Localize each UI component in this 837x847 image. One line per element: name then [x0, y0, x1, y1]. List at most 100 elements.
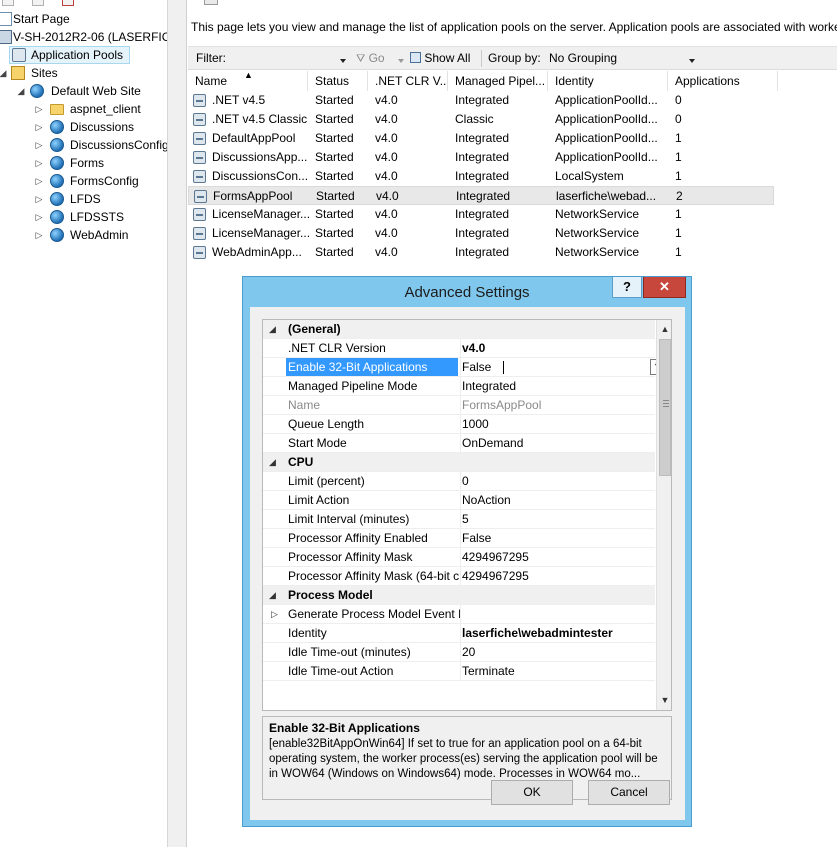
property-grid-scrollbar[interactable]: ▲ ▼	[656, 320, 671, 710]
toolbar-icon[interactable]	[2, 0, 14, 6]
help-button[interactable]: ?	[612, 277, 642, 298]
property-row[interactable]: .NET CLR Version v4.0	[263, 339, 655, 358]
property-row[interactable]: Limit (percent) 0	[263, 472, 655, 491]
column-header-status[interactable]: Status	[308, 71, 368, 91]
property-row[interactable]: Managed Pipeline Mode Integrated	[263, 377, 655, 396]
property-value[interactable]: 20	[462, 643, 655, 661]
table-cell: Started	[316, 189, 355, 203]
table-row[interactable]: FormsAppPool Started v4.0 Integrated laserfi…	[188, 186, 774, 205]
property-row[interactable]: Limit Interval (minutes) 5	[263, 510, 655, 529]
scroll-up-icon[interactable]: ▲	[658, 321, 671, 337]
column-header-applications[interactable]: Applications	[668, 71, 778, 91]
tree-item-discussionsconfig[interactable]: ▷ DiscussionsConfig	[0, 136, 167, 154]
filter-dropdown-icon[interactable]	[340, 53, 346, 67]
property-value[interactable]: OnDemand	[462, 434, 655, 452]
property-row[interactable]: Limit Action NoAction	[263, 491, 655, 510]
table-row[interactable]: WebAdminApp... Started v4.0 Integrated Netwo…	[188, 243, 774, 262]
property-row[interactable]: Identity laserfiche\webadmintester	[263, 624, 655, 643]
pane-splitter[interactable]	[168, 0, 187, 847]
cancel-button[interactable]: Cancel	[588, 780, 670, 805]
close-button[interactable]: ✕	[643, 277, 686, 298]
table-row[interactable]: LicenseManager... Started v4.0 Integrated Ne…	[188, 224, 774, 243]
tree-item-formsconfig[interactable]: ▷ FormsConfig	[0, 172, 166, 190]
expand-arrow-icon[interactable]: ▷	[34, 208, 44, 226]
table-row[interactable]: DiscussionsCon... Started v4.0 Integrated Lo…	[188, 167, 774, 186]
property-value[interactable]: 4294967295	[462, 548, 655, 566]
property-row[interactable]: Enable 32-Bit ApplicationsFalse▾	[263, 358, 665, 377]
expand-arrow-icon[interactable]: ▷	[34, 172, 44, 190]
property-row[interactable]: ▷ Generate Process Model Event L	[263, 605, 655, 624]
expand-arrow-icon[interactable]: ▷	[34, 118, 44, 136]
table-cell: 0	[675, 112, 682, 126]
tree-item-start-page[interactable]: Start Page	[0, 10, 166, 28]
column-header-clr-version[interactable]: .NET CLR V...	[368, 71, 448, 91]
property-value[interactable]: Terminate	[462, 662, 655, 680]
table-cell: v4.0	[375, 245, 398, 259]
expand-arrow-icon[interactable]: ▷	[34, 226, 44, 244]
tree-item-server[interactable]: V-SH-2012R2-06 (LASERFICHE	[0, 28, 167, 46]
tree-item-forms[interactable]: ▷ Forms	[0, 154, 166, 172]
scroll-down-icon[interactable]: ▼	[658, 692, 671, 708]
property-row[interactable]: Start Mode OnDemand	[263, 434, 655, 453]
column-header-pipeline[interactable]: Managed Pipel...	[448, 71, 548, 91]
expand-arrow-icon[interactable]: ▷	[34, 100, 44, 118]
property-value[interactable]: 4294967295	[462, 567, 655, 585]
property-row[interactable]: Processor Affinity Mask 4294967295	[263, 548, 655, 567]
property-category[interactable]: ◢ Process Model	[263, 586, 655, 605]
property-value[interactable]: False	[462, 529, 655, 547]
toolbar-icon[interactable]	[32, 0, 44, 6]
tree-item-lfdssts[interactable]: ▷ LFDSSTS	[0, 208, 166, 226]
tree-item-application-pools[interactable]: Application Pools	[9, 46, 130, 64]
property-category[interactable]: ◢ (General)	[263, 320, 655, 339]
expand-arrow-icon[interactable]: ▷	[34, 136, 44, 154]
property-row[interactable]: Idle Time-out Action Terminate	[263, 662, 655, 681]
application-pool-icon	[193, 94, 206, 107]
property-value[interactable]: laserfiche\webadmintester	[462, 624, 655, 642]
tree-item-webadmin[interactable]: ▷ WebAdmin	[0, 226, 166, 244]
tree-item-aspnet-client[interactable]: ▷ aspnet_client	[0, 100, 166, 118]
column-header-identity[interactable]: Identity	[548, 71, 668, 91]
property-row[interactable]: Processor Affinity Enabled False	[263, 529, 655, 548]
property-row[interactable]: Queue Length 1000	[263, 415, 655, 434]
table-row[interactable]: LicenseManager... Started v4.0 Integrated Ne…	[188, 205, 774, 224]
property-value[interactable]: v4.0	[462, 339, 655, 357]
go-dropdown-icon[interactable]	[398, 53, 404, 67]
property-name: Start Mode	[288, 436, 347, 450]
show-all-button[interactable]: Show All	[410, 51, 470, 65]
property-category[interactable]: ◢ CPU	[263, 453, 655, 472]
tree-item-sites[interactable]: ◢ Sites	[0, 64, 166, 82]
collapse-arrow-icon[interactable]: ◢	[0, 64, 8, 82]
ok-button[interactable]: OK	[491, 780, 573, 805]
toolbar-icon[interactable]	[62, 0, 74, 6]
tree-item-discussions[interactable]: ▷ Discussions	[0, 118, 166, 136]
column-header-name[interactable]: Name ▲	[188, 71, 308, 91]
go-button[interactable]: ⛛ Go	[356, 51, 385, 66]
property-name: Limit Interval (minutes)	[288, 512, 410, 526]
property-row[interactable]: Idle Time-out (minutes) 20	[263, 643, 655, 662]
tree-item-lfds[interactable]: ▷ LFDS	[0, 190, 166, 208]
expand-arrow-icon[interactable]: ▷	[271, 605, 278, 624]
property-row[interactable]: Processor Affinity Mask (64-bit c 4294967…	[263, 567, 655, 586]
expand-arrow-icon[interactable]: ▷	[34, 154, 44, 172]
property-value-combo[interactable]: False	[462, 358, 655, 376]
scroll-thumb[interactable]	[659, 339, 671, 476]
table-row[interactable]: .NET v4.5 Classic Started v4.0 Classic Appli…	[188, 110, 774, 129]
property-value[interactable]: 0	[462, 472, 655, 490]
table-row[interactable]: DefaultAppPool Started v4.0 Integrated Appli…	[188, 129, 774, 148]
collapse-arrow-icon[interactable]: ◢	[16, 82, 26, 100]
collapse-arrow-icon[interactable]: ◢	[269, 320, 276, 339]
table-row[interactable]: .NET v4.5 Started v4.0 Integrated Applicatio…	[188, 91, 774, 110]
group-by-select[interactable]: No Grouping	[545, 50, 697, 67]
property-value[interactable]: 1000	[462, 415, 655, 433]
tree-item-default-web-site[interactable]: ◢ Default Web Site	[0, 82, 166, 100]
collapse-arrow-icon[interactable]: ◢	[269, 586, 276, 605]
expand-arrow-icon[interactable]: ▷	[34, 190, 44, 208]
filter-input[interactable]	[230, 50, 348, 67]
property-value[interactable]: 5	[462, 510, 655, 528]
property-row[interactable]: Name FormsAppPool	[263, 396, 655, 415]
collapse-arrow-icon[interactable]: ◢	[269, 453, 276, 472]
table-row[interactable]: DiscussionsApp... Started v4.0 Integrated Ap…	[188, 148, 774, 167]
property-value[interactable]	[462, 605, 655, 623]
property-value[interactable]: NoAction	[462, 491, 655, 509]
property-value[interactable]: Integrated	[462, 377, 655, 395]
